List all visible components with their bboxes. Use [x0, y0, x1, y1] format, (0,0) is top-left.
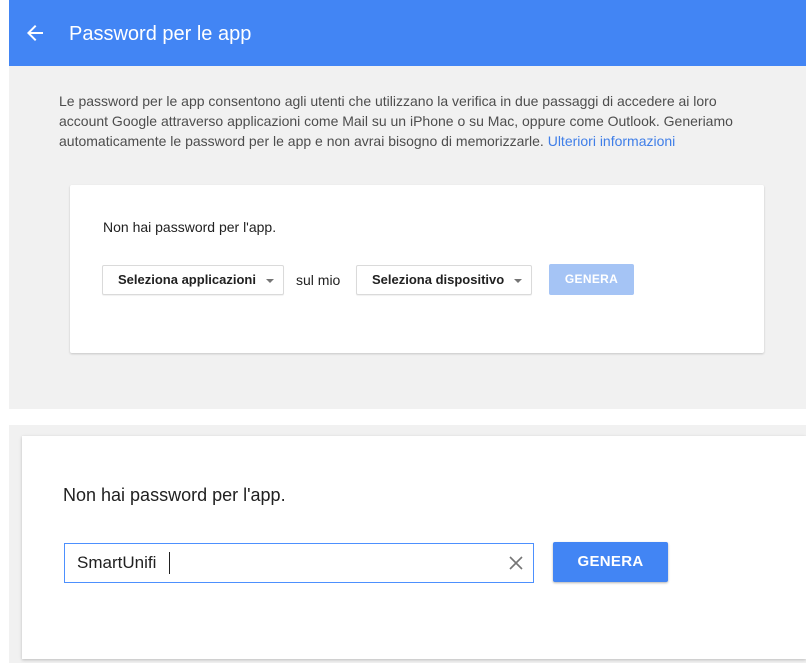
text-cursor [169, 552, 170, 574]
select-device-dropdown[interactable]: Seleziona dispositivo [356, 265, 532, 295]
chevron-down-icon [265, 278, 274, 283]
empty-state-text: Non hai password per l'app. [63, 485, 286, 505]
app-password-card-zoomed: Non hai password per l'app. GENERA [22, 436, 806, 659]
custom-name-field[interactable] [64, 543, 534, 583]
app-passwords-page: Password per le app Le password per le a… [9, 0, 806, 409]
app-password-card: Non hai password per l'app. Seleziona ap… [70, 185, 764, 353]
app-bar: Password per le app [9, 0, 806, 66]
intro-paragraph: Le password per le app consentono agli u… [59, 91, 759, 151]
arrow-left-icon [27, 25, 43, 41]
generate-button[interactable]: GENERA [553, 542, 668, 582]
learn-more-link[interactable]: Ulteriori informazioni [548, 133, 676, 149]
back-button[interactable] [23, 21, 47, 45]
close-icon [509, 556, 523, 570]
chevron-down-icon [514, 278, 523, 283]
generate-button-disabled[interactable]: GENERA [549, 264, 634, 295]
custom-name-input[interactable] [65, 544, 495, 582]
select-device-label: Seleziona dispositivo [372, 272, 505, 287]
select-app-label: Seleziona applicazioni [118, 272, 256, 287]
clear-button[interactable] [507, 554, 525, 572]
connector-text: sul mio [296, 272, 341, 288]
page-title: Password per le app [69, 23, 252, 45]
empty-state-text: Non hai password per l'app. [103, 219, 277, 235]
select-app-dropdown[interactable]: Seleziona applicazioni [102, 265, 284, 295]
